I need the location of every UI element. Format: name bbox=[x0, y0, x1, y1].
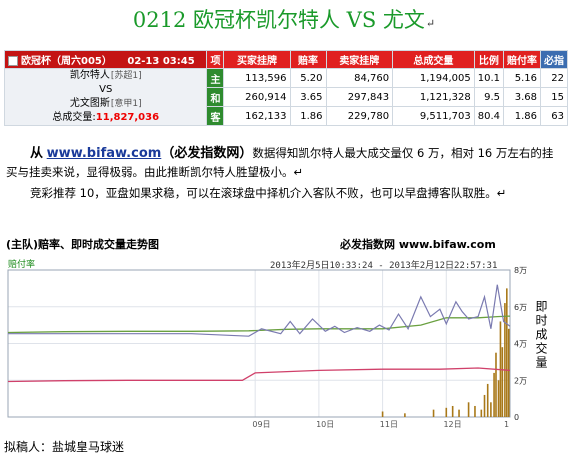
odds-cell: 5.20 bbox=[289, 68, 327, 88]
volume-bar bbox=[504, 303, 506, 417]
x-tick-label: 10日 bbox=[316, 420, 334, 429]
volume-bar bbox=[432, 409, 435, 417]
header-item: 项 bbox=[206, 50, 225, 69]
x-tick-label: 11日 bbox=[380, 420, 398, 429]
index-cell: 22 bbox=[540, 68, 568, 88]
y2-tick-label: 8万 bbox=[514, 266, 527, 275]
buyer-cell: 162,133 bbox=[223, 106, 291, 126]
y2-tick-label: 0 bbox=[514, 413, 519, 422]
header-payout: 赔付率 bbox=[503, 50, 541, 69]
away-team: 尤文图斯 bbox=[69, 98, 110, 109]
source-from: 从 bbox=[30, 146, 44, 161]
volume-bar bbox=[497, 380, 500, 417]
seller-cell: 297,843 bbox=[325, 87, 394, 107]
volume-bar bbox=[458, 409, 460, 417]
header-ratio: 比例 bbox=[473, 50, 505, 69]
volume-cell: 1,194,005 bbox=[392, 68, 475, 88]
volume-bar bbox=[506, 288, 508, 417]
recommendation-paragraph: 竞彩推荐 10，亚盘如果求稳，可以在滚球盘中择机介入客队不败，也可以早盘搏客队取… bbox=[6, 184, 562, 202]
volume-cell: 9,511,703 bbox=[392, 106, 475, 126]
volume-bar bbox=[381, 411, 384, 417]
table-row: 凯尔特人[苏超1] VS 尤文图斯[意甲1] 总成交量:11,827,036 主… bbox=[3, 68, 568, 126]
volume-bar bbox=[474, 405, 476, 417]
volume-bar bbox=[501, 347, 504, 417]
paragraph-mark: ↵ bbox=[425, 17, 436, 30]
source-link[interactable]: www.bifaw.com bbox=[47, 146, 162, 161]
page-title: 0212 欧冠杯凯尔特人 VS 尤文↵ bbox=[132, 8, 436, 32]
team-cell: 凯尔特人[苏超1] VS 尤文图斯[意甲1] 总成交量:11,827,036 bbox=[3, 68, 208, 126]
header-index: 必指 bbox=[540, 50, 568, 69]
ratio-cell: 9.5 bbox=[473, 87, 505, 107]
row-label-away: 客 bbox=[206, 106, 225, 126]
index-cell: 63 bbox=[540, 106, 568, 126]
ratio-cell: 80.4 bbox=[473, 106, 505, 126]
payout-cell: 5.16 bbox=[503, 68, 541, 88]
row-label-draw: 和 bbox=[206, 87, 225, 107]
chart-title: (主队)赔率、即时成交量走势图 bbox=[6, 238, 160, 251]
buyer-cell: 260,914 bbox=[223, 87, 291, 107]
volume-bar bbox=[451, 405, 454, 417]
header-odds: 赔率 bbox=[289, 50, 327, 69]
index-cell: 15 bbox=[540, 87, 568, 107]
header-buyer: 买家挂牌 bbox=[223, 50, 291, 69]
chart-brand: 必发指数网 www.bifaw.com bbox=[340, 238, 496, 251]
y2-tick-label: 6万 bbox=[514, 303, 527, 312]
volume-bar bbox=[445, 407, 448, 417]
source-brand: （必发指数网） bbox=[161, 146, 253, 161]
league-cell: 欧冠杯（周六005） 02-13 03:45 bbox=[3, 50, 208, 69]
volume-bar bbox=[495, 352, 497, 417]
chart-legend: 赔付率 bbox=[8, 260, 36, 270]
payout-cell: 3.68 bbox=[503, 87, 541, 107]
x-tick-label: 1 bbox=[504, 420, 509, 429]
ratio-cell: 10.1 bbox=[473, 68, 505, 88]
odds-table-header: 欧冠杯（周六005） 02-13 03:45 项 买家挂牌 赔率 卖家挂牌 总成… bbox=[3, 50, 568, 69]
recommendation-text: 竞彩推荐 10，亚盘如果求稳，可以在滚球盘中择机介入客队不败，也可以早盘搏客队取… bbox=[30, 186, 507, 200]
header-seller: 卖家挂牌 bbox=[325, 50, 394, 69]
chart-y2-title: 即时成交量 bbox=[534, 300, 548, 370]
volume-bar bbox=[493, 372, 495, 417]
volume-bar bbox=[467, 402, 470, 417]
volume-bar bbox=[490, 402, 492, 417]
y2-tick-label: 2万 bbox=[514, 376, 527, 385]
seller-cell: 84,760 bbox=[325, 68, 394, 88]
odds-cell: 1.86 bbox=[289, 106, 327, 126]
volume-bar bbox=[507, 328, 510, 417]
seller-cell: 229,780 bbox=[325, 106, 394, 126]
x-tick-label: 09日 bbox=[252, 420, 270, 429]
buyer-cell: 113,596 bbox=[223, 68, 291, 88]
x-tick-label: 12日 bbox=[443, 420, 461, 429]
volume-bar bbox=[404, 413, 406, 417]
payout-cell: 1.86 bbox=[503, 106, 541, 126]
home-team: 凯尔特人 bbox=[69, 70, 110, 81]
checkbox-icon[interactable] bbox=[8, 56, 18, 66]
chart-date-range: 2013年2月5日10:33:24 - 2013年2月12日22:57:31 bbox=[270, 261, 498, 271]
total-label: 总成交量: bbox=[52, 112, 96, 123]
volume-bar bbox=[486, 383, 489, 417]
odds-cell: 3.65 bbox=[289, 87, 327, 107]
y2-tick-label: 4万 bbox=[514, 340, 527, 349]
total-volume: 11,827,036 bbox=[95, 112, 160, 123]
volume-bar bbox=[480, 409, 483, 417]
row-label-home: 主 bbox=[206, 68, 225, 88]
vs-label: VS bbox=[99, 84, 113, 95]
volume-bar bbox=[483, 394, 486, 417]
header-volume: 总成交量 bbox=[392, 50, 475, 69]
analysis-paragraph: 从 www.bifaw.com（必发指数网）数据得知凯尔特人最大成交量仅 6 万… bbox=[6, 144, 562, 181]
odds-table: 欧冠杯（周六005） 02-13 03:45 项 买家挂牌 赔率 卖家挂牌 总成… bbox=[3, 50, 568, 126]
author-line: 拟稿人：盐城皇马球迷 bbox=[4, 440, 125, 454]
volume-cell: 1,121,328 bbox=[392, 87, 475, 107]
